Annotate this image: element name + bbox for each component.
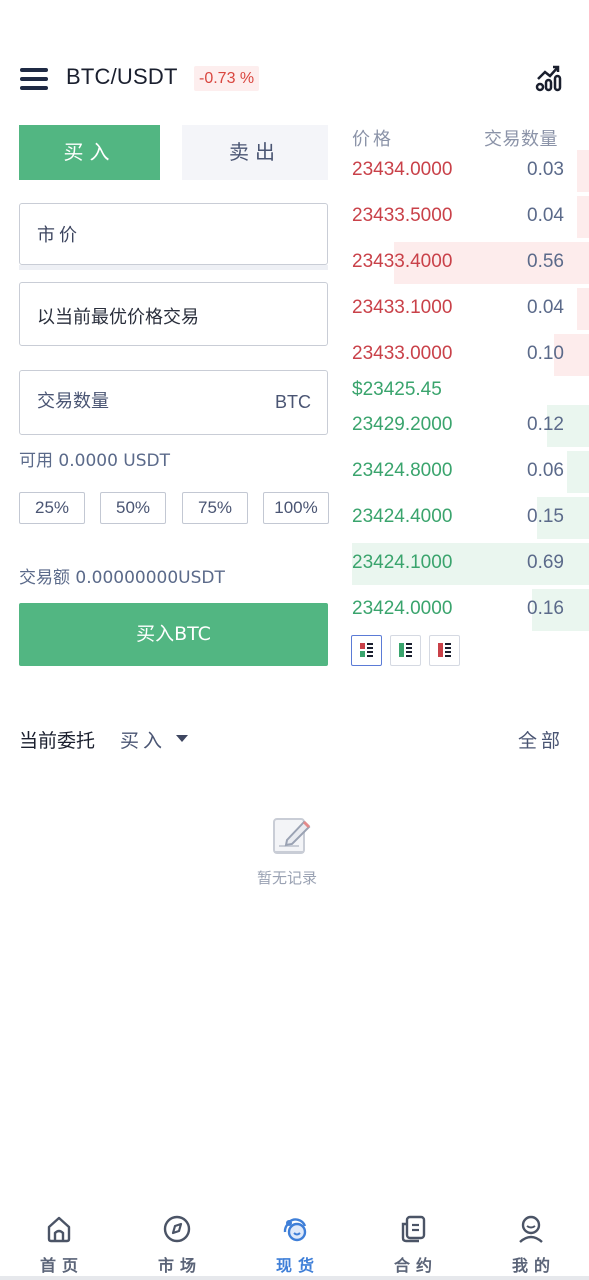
nav-home[interactable]: 首页 [0,1200,118,1280]
view-bids-icon [399,643,412,657]
ask-qty: 0.04 [527,297,564,318]
amount-field[interactable]: BTC [19,370,328,435]
bid-price: 23429.2000 [352,414,453,435]
ask-depth-bar [576,288,589,330]
bid-row[interactable]: 23429.2000 0.12 [342,405,589,447]
ask-row[interactable]: 23433.0000 0.10 [342,334,589,376]
bid-row[interactable]: 23424.1000 0.69 [342,543,589,585]
bid-qty: 0.12 [527,414,564,435]
bid-qty: 0.06 [527,460,564,481]
ask-price: 23433.5000 [352,205,453,226]
ask-row[interactable]: 23433.5000 0.04 [342,196,589,238]
orders-filter-dropdown[interactable]: 买入 [120,726,166,753]
bid-row[interactable]: 23424.0000 0.16 [342,589,589,631]
empty-records-text: 暂无记录 [257,869,318,887]
order-type-label: 市价 [37,225,81,246]
amount-unit: BTC [275,392,311,412]
nav-contract-label: 合约 [393,1256,438,1275]
nav-contract[interactable]: 合约 [354,1200,472,1280]
order-type-select[interactable]: 市价 [19,203,328,270]
price-change-badge: -0.73 % [194,66,260,91]
kline-chart-icon[interactable] [535,62,563,92]
trading-pair[interactable]: BTC/USDT [66,64,178,90]
profile-icon [519,1215,543,1243]
ask-price: 23433.4000 [352,251,453,272]
last-price: $23425.45 [352,379,442,400]
ask-price: 23433.0000 [352,343,453,364]
bid-price: 23424.4000 [352,506,453,527]
top-bar: BTC/USDT -0.73 % [0,52,589,104]
view-asks-button[interactable] [429,635,460,666]
nav-profile-label: 我的 [511,1256,556,1275]
nav-spot[interactable]: 现货 [236,1200,354,1280]
nav-spot-label: 现货 [275,1256,320,1275]
ask-qty: 0.56 [527,251,564,272]
bid-depth-bar [566,451,589,493]
ask-price: 23434.0000 [352,159,453,180]
nav-market[interactable]: 市场 [118,1200,236,1280]
percent-100-button[interactable]: 100% [263,492,329,524]
bid-qty: 0.15 [527,506,564,527]
amount-input[interactable] [37,391,237,412]
orderbook-price-header: 价格 [352,129,394,150]
ask-depth-bar [576,196,589,238]
view-bids-button[interactable] [390,635,421,666]
available-balance: 可用 0.0000 USDT [19,451,170,471]
ask-qty: 0.04 [527,205,564,226]
best-price-text: 以当前最优价格交易 [37,307,199,328]
bid-row[interactable]: 23424.8000 0.06 [342,451,589,493]
hamburger-menu-icon[interactable] [20,66,48,92]
view-both-button[interactable] [351,635,382,666]
bid-price: 23424.0000 [352,598,453,619]
ask-row[interactable]: 23433.4000 0.56 [342,242,589,284]
ask-row[interactable]: 23433.1000 0.04 [342,288,589,330]
buy-btc-button[interactable]: 买入BTC [19,603,328,666]
best-price-field: 以当前最优价格交易 [19,282,328,346]
ask-qty: 0.03 [527,159,564,180]
home-indicator [0,1276,589,1280]
current-orders-title: 当前委托 [19,730,96,752]
view-both-icon [360,643,373,657]
nav-market-label: 市场 [157,1256,202,1275]
contract-icon [401,1215,426,1243]
empty-records-icon [273,818,311,854]
home-icon [47,1216,71,1243]
orderbook-qty-header: 交易数量 [484,129,558,150]
percent-25-button[interactable]: 25% [19,492,85,524]
bid-qty: 0.16 [527,598,564,619]
bottom-nav: 首页 市场 现货 合约 我的 [0,1200,589,1280]
spot-icon [283,1218,307,1242]
bid-price: 23424.1000 [352,552,453,573]
trade-total: 交易额 0.00000000USDT [19,568,225,588]
caret-down-icon[interactable] [176,735,188,742]
percent-selector: 25% 50% 75% 100% [19,492,329,525]
nav-home-label: 首页 [39,1256,84,1275]
percent-50-button[interactable]: 50% [100,492,166,524]
nav-profile[interactable]: 我的 [472,1200,589,1280]
ask-qty: 0.10 [527,343,564,364]
ask-price: 23433.1000 [352,297,453,318]
ask-row[interactable]: 23434.0000 0.03 [342,150,589,192]
bid-qty: 0.69 [527,552,564,573]
view-asks-icon [438,643,451,657]
percent-75-button[interactable]: 75% [182,492,248,524]
bid-price: 23424.8000 [352,460,453,481]
bid-row[interactable]: 23424.4000 0.15 [342,497,589,539]
ask-depth-bar [576,150,589,192]
tab-buy[interactable]: 买入 [19,125,160,180]
orders-all-link[interactable]: 全部 [518,726,564,753]
market-icon [163,1215,191,1243]
tab-sell[interactable]: 卖出 [182,125,328,180]
